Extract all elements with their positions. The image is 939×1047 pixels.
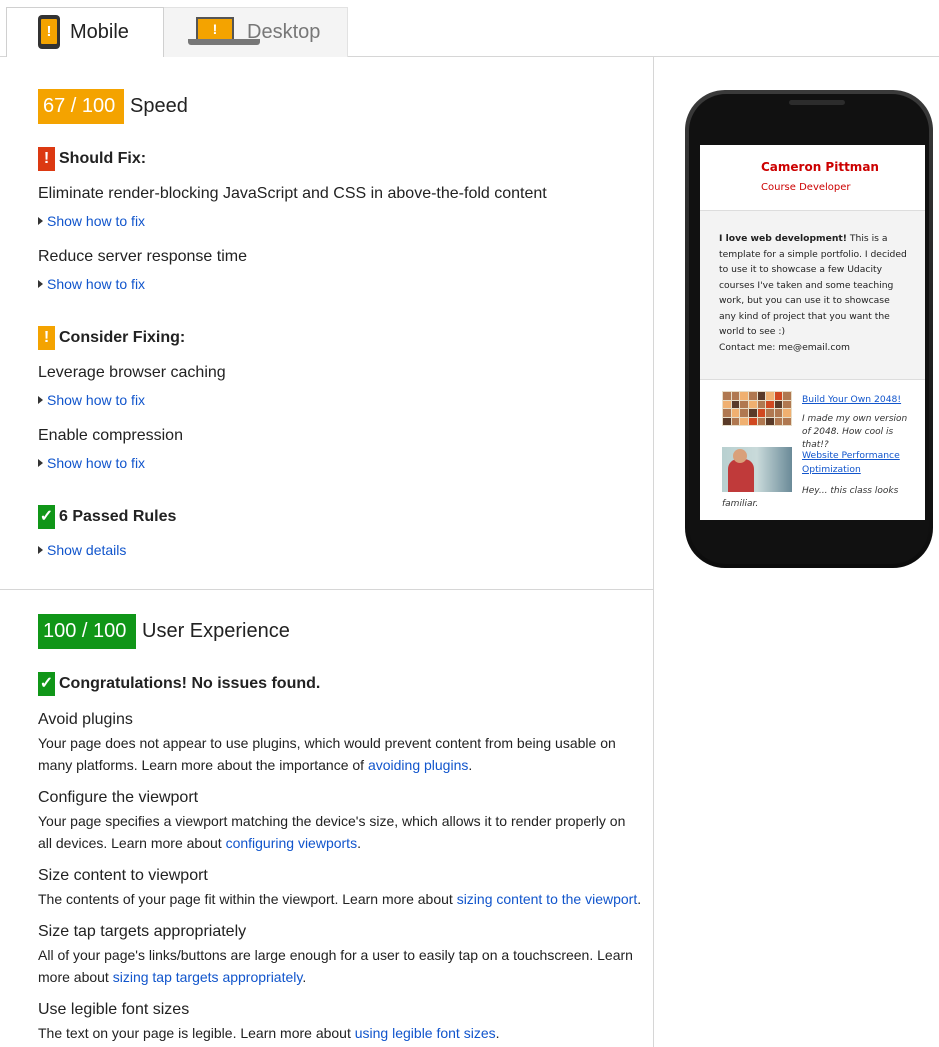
column-divider: [653, 57, 654, 1047]
preview-name: Cameron Pittman: [761, 160, 879, 174]
congrats-check-icon: ✓: [38, 672, 55, 696]
ux-item-title: Size tap targets appropriately: [38, 923, 247, 940]
expand-triangle-icon: [38, 459, 43, 467]
show-details-link[interactable]: Show details: [38, 542, 126, 558]
learn-more-link[interactable]: sizing content to the viewport: [457, 891, 638, 907]
consider-fixing-icon: !: [38, 326, 55, 350]
learn-more-link[interactable]: using legible font sizes: [355, 1025, 496, 1041]
show-how-to-fix-link[interactable]: Show how to fix: [38, 455, 145, 471]
rule-server-response: Reduce server response time: [38, 248, 247, 265]
speed-title: Speed: [130, 95, 188, 117]
section-divider: [0, 589, 653, 590]
show-how-to-fix-link[interactable]: Show how to fix: [38, 213, 145, 229]
rule-render-blocking: Eliminate render-blocking JavaScript and…: [38, 185, 547, 202]
learn-more-link[interactable]: avoiding plugins: [368, 757, 468, 773]
show-how-to-fix-link[interactable]: Show how to fix: [38, 276, 145, 292]
tab-desktop-label: Desktop: [247, 21, 321, 43]
preview-about: I love web development! This is a templa…: [700, 210, 925, 380]
ux-item-text: The contents of your page fit within the…: [38, 891, 642, 907]
preview-project-link: Build Your Own 2048!: [802, 394, 902, 405]
learn-more-link[interactable]: configuring viewports: [226, 835, 358, 851]
rule-compression: Enable compression: [38, 427, 183, 444]
ux-score-badge: 100 / 100: [38, 614, 136, 649]
preview-2048-thumbnail: [722, 391, 792, 426]
phone-earpiece: [789, 100, 845, 105]
device-tabs: ! Mobile ! Desktop: [0, 0, 939, 57]
expand-triangle-icon: [38, 280, 43, 288]
consider-fixing-heading: Consider Fixing:: [59, 329, 186, 346]
show-how-to-fix-link[interactable]: Show how to fix: [38, 392, 145, 408]
preview-screenshot: Cameron Pittman Course Developer I love …: [700, 145, 925, 520]
preview-role: Course Developer: [761, 182, 851, 193]
should-fix-heading: Should Fix:: [59, 150, 147, 167]
tab-mobile-label: Mobile: [70, 21, 129, 43]
ux-item-title: Configure the viewport: [38, 789, 199, 806]
preview-project-link: Website Performance Optimization: [802, 450, 900, 475]
should-fix-icon: !: [38, 147, 55, 171]
preview-project-desc: I made my own version of 2048. How cool …: [802, 414, 908, 450]
ux-item-text: Your page does not appear to use plugins…: [38, 735, 616, 773]
expand-triangle-icon: [38, 396, 43, 404]
ux-item-text: All of your page's links/buttons are lar…: [38, 947, 633, 985]
ux-item-text: The text on your page is legible. Learn …: [38, 1025, 500, 1041]
mobile-preview-phone: Cameron Pittman Course Developer I love …: [685, 90, 933, 568]
ux-title: User Experience: [142, 620, 290, 642]
expand-triangle-icon: [38, 546, 43, 554]
speed-score-badge: 67 / 100: [38, 89, 124, 124]
ux-item-title: Size content to viewport: [38, 867, 208, 884]
learn-more-link[interactable]: sizing tap targets appropriately: [113, 969, 303, 985]
expand-triangle-icon: [38, 217, 43, 225]
tab-desktop[interactable]: ! Desktop: [164, 7, 348, 57]
mobile-warning-icon: !: [38, 15, 60, 49]
preview-project-desc: Hey... this class looks familiar.: [722, 486, 899, 509]
rule-browser-caching: Leverage browser caching: [38, 364, 226, 381]
congrats-heading: Congratulations! No issues found.: [59, 675, 321, 692]
passed-check-icon: ✓: [38, 505, 55, 529]
tab-mobile[interactable]: ! Mobile: [6, 7, 164, 57]
passed-rules-heading: 6 Passed Rules: [59, 508, 177, 525]
preview-about-text: I love web development! This is a templa…: [719, 233, 907, 353]
ux-item-title: Avoid plugins: [38, 711, 133, 728]
ux-item-text: Your page specifies a viewport matching …: [38, 813, 626, 851]
ux-item-title: Use legible font sizes: [38, 1001, 190, 1018]
